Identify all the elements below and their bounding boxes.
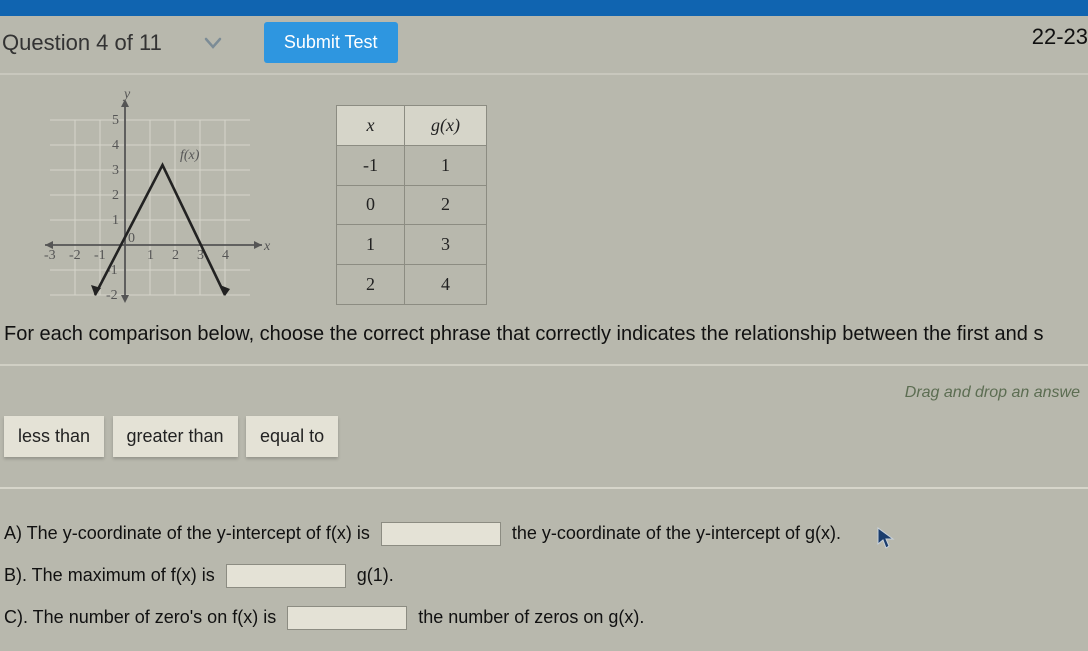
svg-text:1: 1 <box>112 213 119 228</box>
dropzone-a[interactable] <box>381 522 501 546</box>
g-of-x-table: x g(x) -11 02 13 24 <box>336 105 487 305</box>
question-a-post: the y-coordinate of the y-intercept of g… <box>512 523 841 543</box>
table-row: 13 <box>337 225 487 265</box>
drag-drop-area: Drag and drop an answe less than greater… <box>0 366 1088 489</box>
chip-less-than[interactable]: less than <box>4 416 104 457</box>
svg-text:2: 2 <box>172 248 179 263</box>
window-titlebar <box>0 0 1088 16</box>
table-row: 02 <box>337 185 487 225</box>
chevron-down-icon[interactable] <box>202 32 224 54</box>
question-c-pre: C). The number of zero's on f(x) is <box>4 607 276 627</box>
table-row: -11 <box>337 145 487 185</box>
svg-text:3: 3 <box>112 163 119 178</box>
svg-text:5: 5 <box>112 113 119 128</box>
svg-text:y: y <box>122 87 131 102</box>
question-c-post: the number of zeros on g(x). <box>418 607 644 627</box>
col-header-x: x <box>337 106 405 146</box>
drag-hint: Drag and drop an answe <box>4 384 1084 402</box>
svg-text:1: 1 <box>147 248 154 263</box>
question-a-pre: A) The y-coordinate of the y-intercept o… <box>4 523 370 543</box>
chip-greater-than[interactable]: greater than <box>113 416 238 457</box>
col-header-gx: g(x) <box>405 106 487 146</box>
question-b: B). The maximum of f(x) is g(1). <box>4 557 1084 593</box>
submit-test-button[interactable]: Submit Test <box>264 22 398 63</box>
function-label: f(x) <box>180 148 200 163</box>
svg-text:0: 0 <box>128 231 135 246</box>
svg-text:-2: -2 <box>69 248 81 263</box>
dropzone-b[interactable] <box>226 564 346 588</box>
svg-text:-2: -2 <box>106 288 118 303</box>
svg-text:2: 2 <box>112 188 119 203</box>
table-row: 24 <box>337 265 487 305</box>
chip-equal-to[interactable]: equal to <box>246 416 338 457</box>
question-b-pre: B). The maximum of f(x) is <box>4 565 215 585</box>
question-prompt: For each comparison below, choose the co… <box>0 323 1088 366</box>
course-code: 22-23 <box>1032 24 1088 50</box>
svg-text:4: 4 <box>222 248 229 263</box>
dropzone-c[interactable] <box>287 606 407 630</box>
header-bar: Question 4 of 11 Submit Test 22-23 <box>0 16 1088 75</box>
question-a: A) The y-coordinate of the y-intercept o… <box>4 515 1084 551</box>
svg-text:4: 4 <box>112 138 119 153</box>
svg-text:-1: -1 <box>94 248 106 263</box>
function-graph: 5 4 3 2 1 -1 -2 -3 -2 -1 0 1 2 3 4 y x <box>40 85 290 305</box>
comparison-questions: A) The y-coordinate of the y-intercept o… <box>0 489 1088 651</box>
question-b-post: g(1). <box>357 565 394 585</box>
question-counter: Question 4 of 11 <box>0 30 162 56</box>
question-c: C). The number of zero's on f(x) is the … <box>4 599 1084 635</box>
svg-text:-3: -3 <box>44 248 56 263</box>
svg-text:x: x <box>263 239 271 254</box>
